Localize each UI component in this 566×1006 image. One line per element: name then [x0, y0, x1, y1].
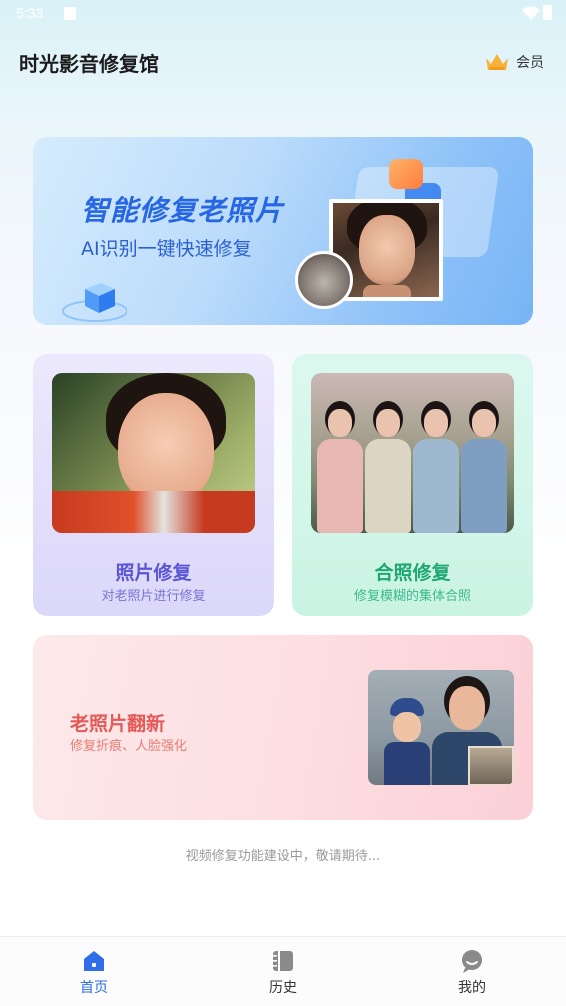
- tab-history-label: 历史: [269, 980, 297, 996]
- group-repair-title: 合照修复: [374, 562, 451, 584]
- group-repair-card[interactable]: 合照修复 修复模糊的集体合照: [292, 354, 533, 616]
- cube-icon: [62, 283, 127, 322]
- tab-mine-label: 我的: [458, 980, 486, 996]
- crown-icon: [486, 54, 508, 70]
- battery-icon: [543, 5, 552, 20]
- photo-repair-title: 照片修复: [115, 562, 192, 584]
- hero-subtitle: AI识别一键快速修复: [81, 238, 252, 260]
- member-button[interactable]: 会员: [484, 50, 544, 74]
- coming-soon-note: 视频修复功能建设中，敬请期待...: [185, 849, 381, 864]
- bottom-tab-bar: 首页 历史 我的: [0, 936, 566, 1006]
- wifi-icon: [522, 6, 540, 20]
- notification-icon: [64, 7, 76, 20]
- photo-repair-subtitle: 对老照片进行修复: [101, 589, 206, 604]
- member-label: 会员: [516, 55, 544, 71]
- group-repair-subtitle: 修复模糊的集体合照: [353, 589, 471, 604]
- app-title: 时光影音修复馆: [19, 54, 159, 76]
- history-icon: [273, 951, 293, 971]
- status-time: 5:33: [16, 5, 44, 21]
- hero-banner[interactable]: 智能修复老照片 AI识别一键快速修复: [33, 137, 533, 325]
- hero-old-photo-thumbnail: [295, 251, 353, 309]
- home-icon: [84, 951, 104, 971]
- renovate-card[interactable]: 老照片翻新 修复折痕、人脸强化: [33, 635, 533, 820]
- group-repair-sample-photo: [311, 373, 514, 533]
- status-bar: 5:33: [0, 0, 566, 28]
- profile-chat-icon: [462, 950, 482, 973]
- tab-home[interactable]: 首页: [34, 937, 154, 1006]
- tab-mine[interactable]: 我的: [412, 937, 532, 1006]
- renovate-sample-photo: [368, 670, 514, 785]
- renovate-subtitle: 修复折痕、人脸强化: [70, 739, 188, 754]
- photo-repair-card[interactable]: 照片修复 对老照片进行修复: [33, 354, 274, 616]
- hero-title: 智能修复老照片: [81, 194, 285, 227]
- hero-decoration: [389, 159, 423, 189]
- tab-home-label: 首页: [80, 980, 108, 996]
- renovate-title: 老照片翻新: [70, 713, 166, 735]
- tab-history[interactable]: 历史: [223, 937, 343, 1006]
- photo-repair-sample-photo: [52, 373, 255, 533]
